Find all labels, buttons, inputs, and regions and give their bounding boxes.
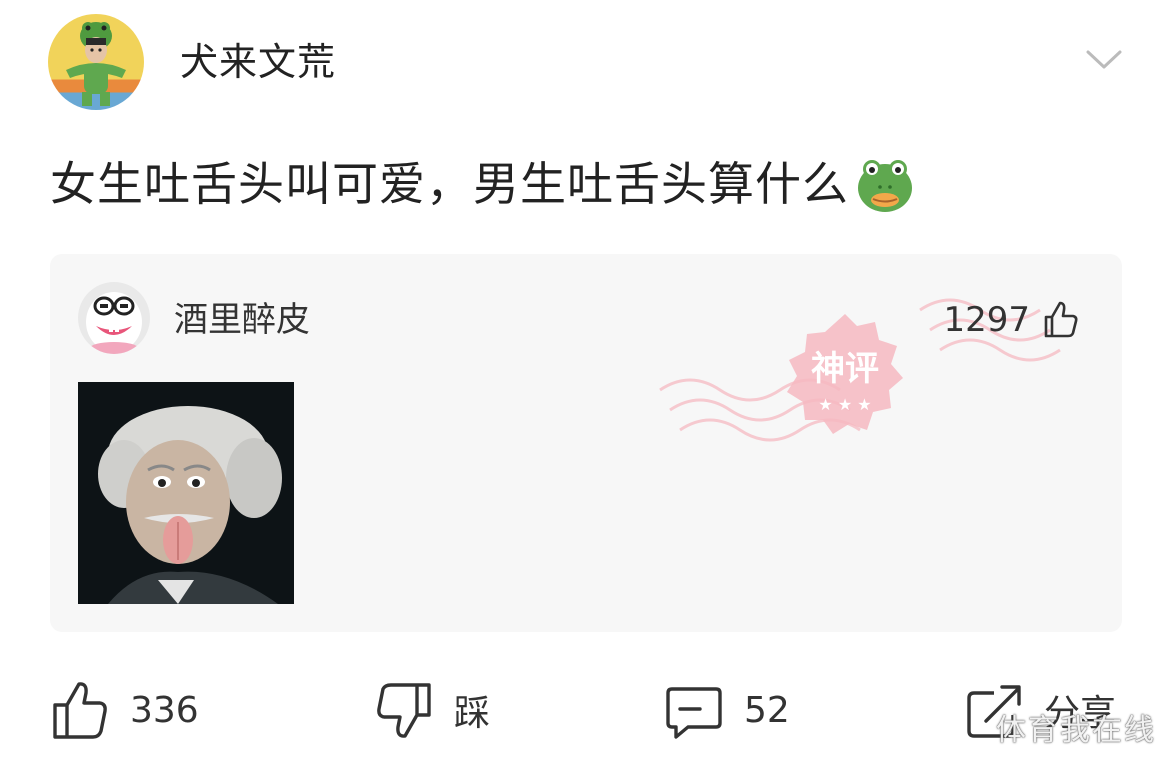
comment-bubble-icon xyxy=(666,687,722,739)
comment-button[interactable]: 52 xyxy=(664,672,790,748)
dislike-button[interactable]: 踩 xyxy=(374,672,490,748)
svg-text:★ ★ ★: ★ ★ ★ xyxy=(818,395,871,414)
svg-text:神评: 神评 xyxy=(811,349,879,389)
like-count: 336 xyxy=(130,689,199,731)
commenter-avatar[interactable] xyxy=(78,282,150,354)
thumbs-up-icon xyxy=(53,682,107,739)
comment-like-button[interactable]: 1297 xyxy=(943,298,1080,342)
chevron-down-icon[interactable] xyxy=(1084,48,1124,72)
einstein-tongue-photo-icon xyxy=(78,382,294,604)
action-bar: 336 踩 52 分享 xyxy=(0,672,1170,748)
author-name[interactable]: 犬来文荒 xyxy=(180,38,336,86)
thumbs-up-icon xyxy=(1044,301,1078,338)
like-button[interactable]: 336 xyxy=(50,672,199,748)
comment-like-count: 1297 xyxy=(943,300,1030,340)
frog-costume-avatar-icon xyxy=(66,22,126,106)
thumbs-down-icon xyxy=(377,683,431,738)
comment-image[interactable] xyxy=(78,382,294,604)
hot-comment-card[interactable]: 神评 ★ ★ ★ 酒里醉皮 1297 xyxy=(50,254,1122,632)
dislike-label: 踩 xyxy=(454,693,491,734)
commenter-name[interactable]: 酒里醉皮 xyxy=(174,298,310,342)
author-avatar[interactable] xyxy=(48,14,144,110)
cartoon-face-avatar-icon xyxy=(86,292,142,354)
post-text: 女生吐舌头叫可爱，男生吐舌头算什么 xyxy=(50,152,915,216)
post-text-content: 女生吐舌头叫可爱，男生吐舌头算什么 xyxy=(50,157,849,211)
comment-count: 52 xyxy=(744,689,790,731)
watermark: 体育我在线 xyxy=(996,713,1156,748)
frog-face-emoji-icon xyxy=(858,160,912,212)
